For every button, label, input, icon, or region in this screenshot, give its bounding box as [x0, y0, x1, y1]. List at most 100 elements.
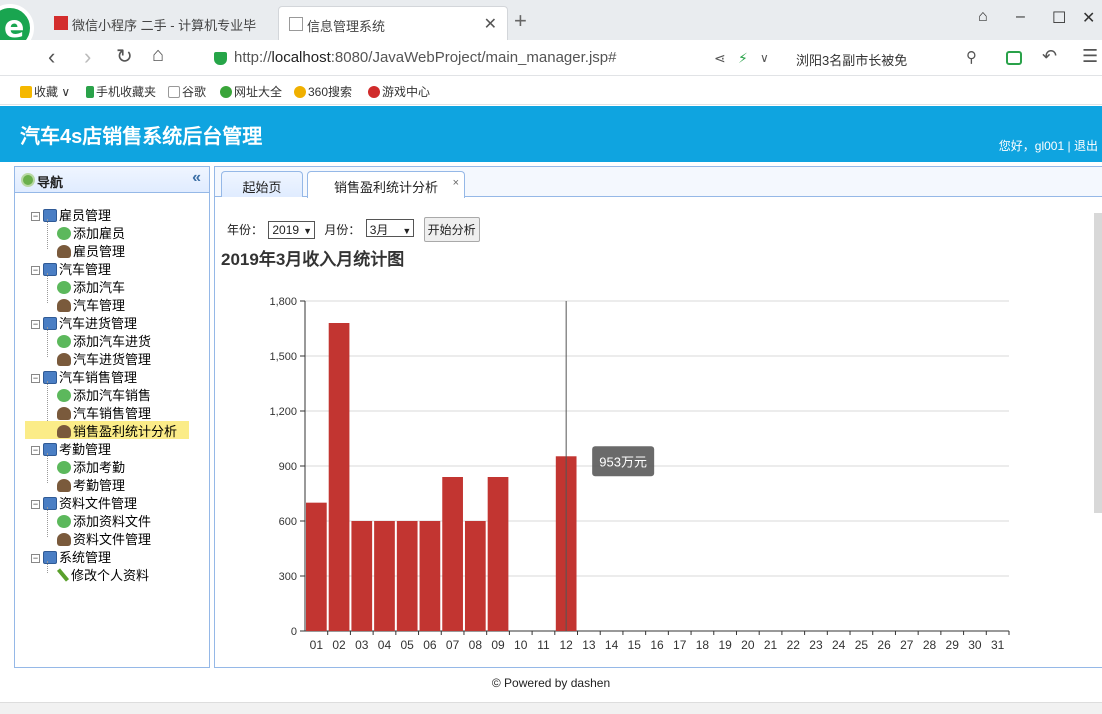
secure-shield-icon	[214, 52, 227, 65]
lightning-icon[interactable]: ⚡	[738, 50, 748, 67]
chevron-down-icon[interactable]: ∨	[760, 51, 769, 65]
collapse-icon[interactable]: −	[31, 212, 40, 221]
nav-item[interactable]: 添加考勤	[57, 457, 125, 475]
x-tick-label: 16	[650, 638, 664, 652]
x-tick-label: 08	[469, 638, 483, 652]
nav-item-label: 添加汽车销售	[73, 388, 152, 403]
month-label: 月份：	[324, 223, 361, 237]
new-tab-icon[interactable]: +	[514, 8, 527, 34]
x-tick-label: 15	[628, 638, 642, 652]
nav-group[interactable]: − 汽车管理	[31, 259, 111, 277]
browser-tab-2[interactable]: 信息管理系统 ✕	[278, 6, 508, 40]
bookmark-mobile[interactable]: 手机收藏夹	[86, 83, 156, 100]
close-window-icon[interactable]: ✕	[1082, 8, 1095, 28]
nav-group-label: 雇员管理	[59, 208, 112, 223]
bar	[374, 521, 395, 631]
nav-group[interactable]: − 系统管理	[31, 547, 111, 565]
collapse-icon[interactable]: −	[31, 446, 40, 455]
nav-item[interactable]: 汽车销售管理	[57, 403, 151, 421]
nav-item[interactable]: 考勤管理	[57, 475, 125, 493]
start-analysis-button[interactable]: 开始分析	[423, 217, 480, 242]
back-icon[interactable]: ‹	[48, 44, 55, 70]
nav-item-label: 销售盈利统计分析	[73, 424, 178, 439]
shirt-icon[interactable]: ⌂	[978, 8, 988, 26]
bookmark-game-center[interactable]: 游戏中心	[368, 83, 430, 100]
nav-item-label: 添加汽车进货	[73, 334, 152, 349]
nav-item[interactable]: 汽车管理	[57, 295, 125, 313]
bookmark-google[interactable]: 谷歌	[168, 83, 206, 100]
news-ticker[interactable]: 浏阳3名副市长被免	[796, 50, 907, 69]
tree-connector	[47, 327, 48, 357]
nav-group-label: 资料文件管理	[59, 496, 138, 511]
forward-icon[interactable]: ›	[84, 44, 91, 70]
bookmark-360-search[interactable]: 360搜索	[294, 83, 352, 100]
scrollbar[interactable]	[1094, 213, 1102, 513]
nav-item[interactable]: 添加资料文件	[57, 511, 151, 529]
nav-item-label: 添加雇员	[73, 226, 126, 241]
maximize-icon[interactable]: ☐	[1052, 8, 1066, 28]
nav-item[interactable]: 添加雇员	[57, 223, 125, 241]
year-select[interactable]: 2019 ▼	[268, 221, 315, 239]
nav-item[interactable]: 销售盈利统计分析	[25, 421, 190, 439]
browser-tab-1[interactable]: 微信小程序 二手 - 计算机专业毕	[44, 6, 270, 40]
logout-link[interactable]: 退出	[1074, 139, 1098, 153]
revenue-bar-chart: 0 300 600 900 1,200 1,500 1,800 01 02 03 04 05 06 07 0…	[269, 296, 1010, 652]
minimize-icon[interactable]: –	[1016, 8, 1025, 26]
collapse-icon[interactable]: −	[31, 374, 40, 383]
browser-tab-title: 信息管理系统	[307, 19, 386, 34]
bar	[306, 502, 327, 631]
collapse-icon[interactable]: −	[31, 320, 40, 329]
nav-group[interactable]: − 雇员管理	[31, 205, 111, 223]
collapse-icon[interactable]: −	[31, 554, 40, 563]
x-tick-label: 09	[491, 638, 505, 652]
nav-item[interactable]: 汽车进货管理	[57, 349, 151, 367]
tab-favicon-icon	[54, 16, 68, 30]
nav-item[interactable]: 添加汽车进货	[57, 331, 151, 349]
add-icon	[57, 461, 71, 474]
bookmark-directory[interactable]: 网址大全	[220, 83, 282, 100]
separator: |	[1067, 139, 1071, 153]
url-field[interactable]: http://localhost:8080/JavaWebProject/mai…	[206, 44, 766, 72]
tab-home[interactable]: 起始页	[221, 171, 303, 197]
filter-row: 年份： 2019 ▼ 月份： 3月 ▼ 开始分析	[227, 217, 480, 242]
folder-icon	[43, 209, 57, 222]
x-tick-label: 13	[582, 638, 596, 652]
collapse-panel-icon[interactable]: «	[192, 169, 201, 187]
user-icon	[57, 479, 71, 492]
month-select[interactable]: 3月 ▼	[365, 219, 415, 237]
nav-title: 导航	[37, 175, 64, 190]
share-icon[interactable]: ⋖	[714, 50, 726, 67]
home-icon[interactable]: ⌂	[152, 44, 164, 67]
nav-item[interactable]: 雇员管理	[57, 241, 125, 259]
nav-item[interactable]: 资料文件管理	[57, 529, 151, 547]
y-tick-label: 900	[279, 461, 297, 473]
chevron-down-icon: ▼	[402, 226, 412, 236]
bookmark-favorites[interactable]: 收藏 ∨	[20, 83, 70, 100]
app-header: 汽车4s店销售系统后台管理 您好，gl001 | 退出	[0, 106, 1102, 162]
tab-sales-stats[interactable]: 销售盈利统计分析 ×	[307, 171, 465, 198]
x-tick-label: 27	[900, 638, 914, 652]
x-tick-label: 01	[310, 638, 324, 652]
menu-icon[interactable]: ☰	[1082, 46, 1098, 67]
browser-tab-title: 微信小程序 二手 - 计算机专业毕	[72, 18, 257, 33]
nav-group[interactable]: − 考勤管理	[31, 439, 111, 457]
search-icon[interactable]: ⚲	[966, 48, 977, 66]
tree-connector	[47, 561, 48, 573]
nav-item[interactable]: 添加汽车	[57, 277, 125, 295]
x-tick-label: 23	[809, 638, 823, 652]
add-icon	[57, 389, 71, 402]
nav-item[interactable]: 修改个人资料	[56, 565, 149, 583]
browser-tab-strip: 微信小程序 二手 - 计算机专业毕 信息管理系统 ✕ + ⌂ – ☐ ✕	[0, 0, 1102, 52]
user-icon	[57, 245, 71, 258]
close-tab-icon[interactable]: ×	[453, 177, 459, 189]
close-tab-icon[interactable]: ✕	[484, 14, 497, 34]
battery-icon[interactable]	[1006, 51, 1022, 65]
collapse-icon[interactable]: −	[31, 500, 40, 509]
url-rest: :8080/JavaWebProject/main_manager.jsp#	[330, 49, 617, 66]
collapse-icon[interactable]: −	[31, 266, 40, 275]
folder-icon	[43, 443, 57, 456]
reload-icon[interactable]: ↻	[116, 44, 133, 69]
nav-item[interactable]: 添加汽车销售	[57, 385, 151, 403]
undo-icon[interactable]: ↶	[1042, 46, 1057, 67]
nav-group-label: 汽车管理	[59, 262, 112, 277]
